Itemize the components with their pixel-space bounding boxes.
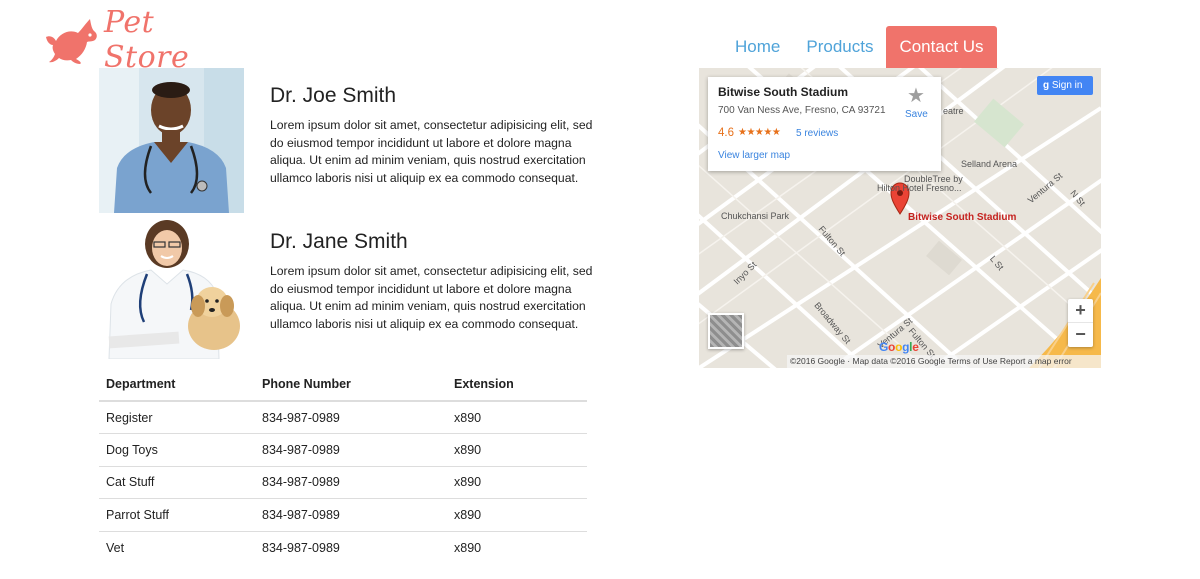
extension-cell: x890 [447,401,587,434]
column-header: Extension [447,367,587,402]
table-row: Dog Toys 834-987-0989 x890 [99,433,587,467]
doctor-card: Dr. Jane Smith Lorem ipsum dolor sit ame… [99,214,599,359]
map-label: Chukchansi Park [721,211,790,221]
department-cell: Cat Stuff [99,466,255,499]
doctor-bio: Lorem ipsum dolor sit amet, consectetur … [270,264,593,331]
table-header-row: Department Phone Number Extension [99,367,587,402]
nav-products-link[interactable]: Products [793,26,886,68]
google-logo: Google [879,340,919,354]
running-dog-icon [40,15,100,65]
department-cell: Parrot Stuff [99,498,255,532]
place-name: Bitwise South Stadium [718,85,849,99]
sign-in-button[interactable]: g Sign in [1037,76,1093,95]
save-button[interactable]: Save [905,109,928,120]
save-star-icon[interactable]: ★ [907,83,925,108]
place-info-card: Bitwise South Stadium 700 Van Ness Ave, … [708,77,941,171]
extension-cell: x890 [454,540,482,555]
column-header: Phone Number [255,367,447,402]
brand-name: Pet Store [104,5,190,75]
phone-cell: 834-987-0989 [255,498,447,532]
zoom-in-button[interactable]: + [1068,299,1093,323]
nav-contact-link[interactable]: Contact Us [886,26,997,68]
male-doctor-photo [99,68,244,213]
zoom-control: + − [1068,299,1093,347]
rating-stars-icon: ★★★★★ [738,127,781,138]
table-row: Register 834-987-0989 x890 [99,401,587,434]
doctor-name: Dr. Joe Smith [270,84,397,107]
google-plus-icon: g [1043,80,1052,91]
table-row: Vet 834-987-0989 x890 [99,531,587,564]
sign-in-label: Sign in [1051,80,1083,91]
map-label: Selland Arena [961,159,1018,169]
view-larger-map-link[interactable]: View larger map [718,150,790,161]
table-row: Parrot Stuff 834-987-0989 x890 [99,498,587,532]
department-cell: Vet [106,540,125,555]
doctor-card: Dr. Joe Smith Lorem ipsum dolor sit amet… [99,68,599,213]
female-vet-with-puppy-photo [99,214,244,359]
zoom-out-button[interactable]: − [1068,323,1093,347]
satellite-toggle-thumbnail[interactable] [708,313,744,349]
phone-cell: 834-987-0989 [255,466,447,499]
department-cell: Dog Toys [99,433,255,467]
doctor-name: Dr. Jane Smith [270,230,408,253]
column-header: Department [99,367,255,402]
phone-cell: 834-987-0989 [255,433,447,467]
reviews-link[interactable]: 5 reviews [796,128,838,139]
extension-cell: x890 [447,433,587,467]
nav-home-link[interactable]: Home [722,26,793,68]
brand-logo[interactable]: Pet Store [40,5,240,75]
extension-cell: x890 [447,498,587,532]
department-table: Department Phone Number Extension Regist… [99,367,587,564]
extension-cell: x890 [447,466,587,499]
map-label: eatre [943,106,964,116]
phone-cell: 834-987-0989 [262,540,340,555]
map-pin-label[interactable]: Bitwise South Stadium [908,212,1016,223]
department-cell: Register [99,401,255,434]
place-address: 700 Van Ness Ave, Fresno, CA 93721 [718,105,886,116]
embedded-map[interactable]: Chukchansi Park Selland Arena DoubleTree… [699,68,1101,368]
doctor-bio: Lorem ipsum dolor sit amet, consectetur … [270,118,593,185]
phone-cell: 834-987-0989 [255,401,447,434]
place-rating: 4.6 [718,127,734,139]
table-row: Cat Stuff 834-987-0989 x890 [99,466,587,499]
main-nav: Home Products Contact Us [722,26,997,68]
map-label: Hilton Hotel Fresno... [877,183,962,193]
map-attribution[interactable]: ©2016 Google · Map data ©2016 Google Ter… [787,355,1101,368]
